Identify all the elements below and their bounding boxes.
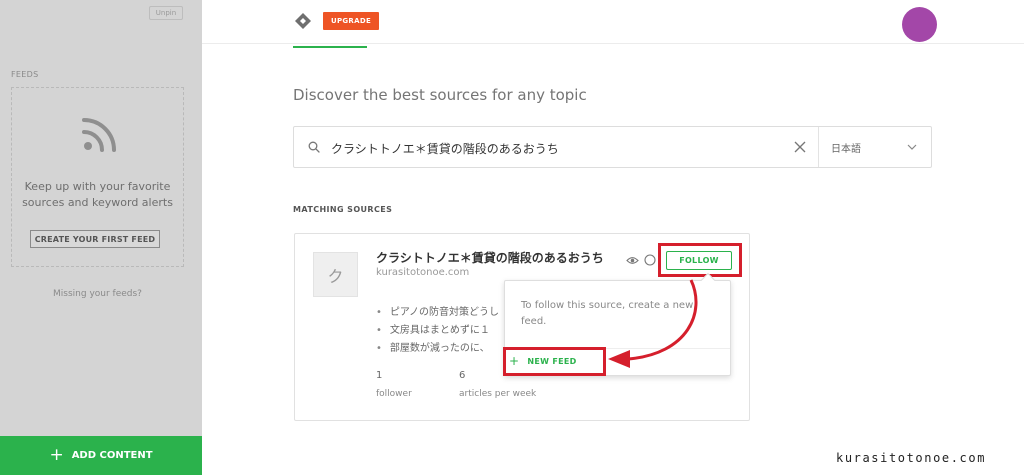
active-tab-indicator [293,46,367,48]
upgrade-button[interactable]: UPGRADE [323,12,379,30]
list-item[interactable]: 文房具はまとめずに１ [376,322,499,340]
feeds-empty-message-line: Keep up with your favorite [24,180,171,193]
popover-message: To follow this source, create a new feed… [521,300,694,327]
source-thumbnail: ク [313,252,358,297]
create-first-feed-button[interactable]: CREATE YOUR FIRST FEED [30,230,160,248]
search-input[interactable] [331,137,771,159]
watermark: kurasitotonoe.com [836,451,987,465]
search-divider [818,127,819,167]
page-title: Discover the best sources for any topic [293,86,587,104]
eye-icon[interactable] [626,254,639,267]
source-name[interactable]: クラシトトノエ＊賃貸の階段のあるおうち [376,249,604,266]
source-url: kurasitotonoe.com [376,267,470,278]
follow-button[interactable]: FOLLOW [666,251,732,270]
info-icon[interactable] [644,254,656,266]
feeds-empty-box: Keep up with your favorite sources and k… [11,87,184,267]
followers-label: follower [376,389,412,399]
feedly-logo-icon[interactable] [294,12,312,30]
followers-count: 1 [376,370,383,381]
feeds-empty-message: Keep up with your favorite sources and k… [12,179,183,211]
header-divider [202,43,1024,44]
add-content-label: ADD CONTENT [71,450,153,461]
rss-icon [82,118,116,152]
feeds-empty-message-line: sources and keyword alerts [22,196,173,209]
avatar[interactable] [902,7,937,42]
language-select[interactable]: 日本語 [831,140,861,155]
missing-feeds-link[interactable]: Missing your feeds? [0,289,195,299]
unpin-button[interactable]: Unpin [149,6,183,20]
search-bar: 日本語 [293,126,932,168]
chevron-down-icon[interactable] [906,141,918,153]
recent-articles-list: ピアノの防音対策どうし 文房具はまとめずに１ 部屋数が減ったのに、 [376,304,499,358]
new-feed-label: NEW FEED [527,356,577,366]
plus-icon: + [509,354,520,368]
list-item[interactable]: 部屋数が減ったのに、 [376,340,499,358]
list-item[interactable]: ピアノの防音対策どうし [376,304,499,322]
plus-icon: + [49,445,64,465]
new-feed-button[interactable]: + NEW FEED [509,352,601,370]
articles-per-week-label: articles per week [459,389,537,399]
add-content-button[interactable]: + ADD CONTENT [0,436,202,475]
search-icon [308,141,320,153]
close-icon[interactable] [793,140,807,154]
articles-per-week-count: 6 [459,370,466,381]
matching-sources-label: MATCHING SOURCES [293,205,393,214]
sidebar: Unpin FEEDS Keep up with your favorite s… [0,0,202,475]
feeds-section-label: FEEDS [11,70,39,79]
